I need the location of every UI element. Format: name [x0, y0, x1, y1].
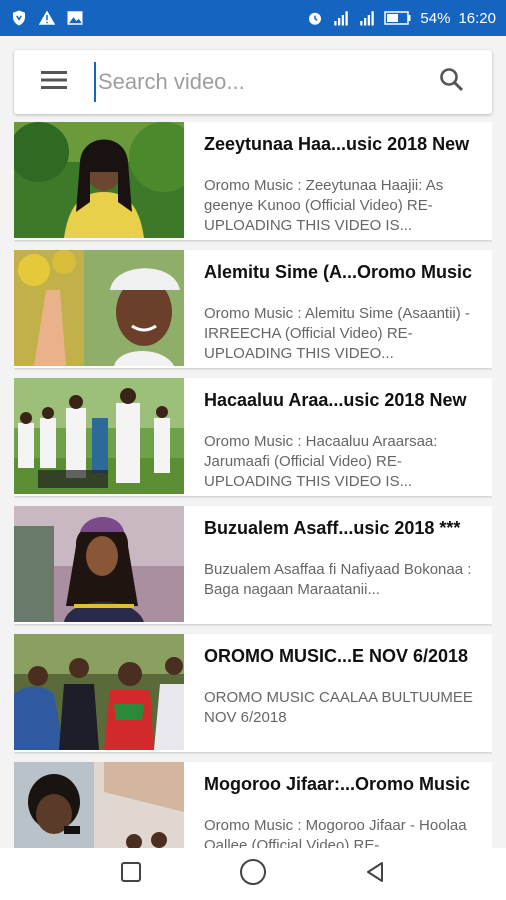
battery-percent: 54% — [420, 9, 451, 27]
video-title: Alemitu Sime (A...Oromo Music — [204, 262, 473, 282]
search-icon — [439, 67, 465, 98]
battery-icon — [384, 9, 412, 27]
shield-icon — [10, 9, 28, 27]
video-item[interactable]: Hacaaluu Araa...usic 2018 New Oromo Musi… — [14, 378, 492, 496]
alarm-icon — [306, 9, 324, 27]
search-input[interactable] — [94, 62, 412, 102]
video-thumbnail — [14, 250, 184, 366]
video-description: Oromo Music : Hacaaluu Araarsaa: Jarumaa… — [204, 433, 438, 490]
video-item[interactable]: Alemitu Sime (A...Oromo Music Oromo Musi… — [14, 250, 492, 368]
search-button[interactable] — [412, 50, 492, 114]
video-title: Buzualem Asaff...usic 2018 *** — [204, 518, 461, 538]
square-icon — [120, 861, 142, 888]
video-description: Oromo Music : Mogoroo Jifaar - Hoolaa Qa… — [204, 817, 467, 848]
video-thumbnail — [14, 762, 184, 848]
circle-icon — [239, 858, 267, 891]
video-description: Oromo Music : Alemitu Sime (Asaantii) - … — [204, 305, 470, 362]
video-thumbnail — [14, 506, 184, 622]
video-title: OROMO MUSIC...E NOV 6/2018 — [204, 646, 469, 666]
navigation-bar — [0, 848, 506, 900]
image-icon — [66, 9, 84, 27]
recents-button[interactable] — [111, 854, 151, 894]
back-triangle-icon — [363, 860, 387, 889]
video-title: Zeeytunaa Haa...usic 2018 New — [204, 134, 470, 154]
clock: 16:20 — [458, 9, 496, 27]
search-bar — [14, 50, 492, 114]
signal-2g-icon — [358, 9, 376, 27]
video-item[interactable]: OROMO MUSIC...E NOV 6/2018 OROMO MUSIC C… — [14, 634, 492, 752]
video-thumbnail — [14, 122, 184, 238]
video-list: Zeeytunaa Haa...usic 2018 New Oromo Musi… — [14, 122, 492, 848]
back-button[interactable] — [355, 854, 395, 894]
menu-button[interactable] — [14, 50, 94, 114]
video-thumbnail — [14, 378, 184, 494]
status-bar: 54% 16:20 — [0, 0, 506, 36]
video-title: Hacaaluu Araa...usic 2018 New — [204, 390, 467, 410]
video-item[interactable]: Zeeytunaa Haa...usic 2018 New Oromo Musi… — [14, 122, 492, 240]
warning-icon — [38, 9, 56, 27]
video-item[interactable]: Mogoroo Jifaar:...Oromo Music Oromo Musi… — [14, 762, 492, 848]
video-item[interactable]: Buzualem Asaff...usic 2018 *** Buzualem … — [14, 506, 492, 624]
home-button[interactable] — [233, 854, 273, 894]
signal-icon — [332, 9, 350, 27]
video-description: Oromo Music : Zeeytunaa Haajii: As geeny… — [204, 177, 444, 234]
hamburger-icon — [41, 70, 67, 95]
video-description: Buzualem Asaffaa fi Nafiyaad Bokonaa : B… — [204, 561, 472, 598]
video-thumbnail — [14, 634, 184, 750]
video-title: Mogoroo Jifaar:...Oromo Music — [204, 774, 471, 794]
video-description: OROMO MUSIC CAALAA BULTUUMEE NOV 6/2018 — [204, 689, 473, 726]
